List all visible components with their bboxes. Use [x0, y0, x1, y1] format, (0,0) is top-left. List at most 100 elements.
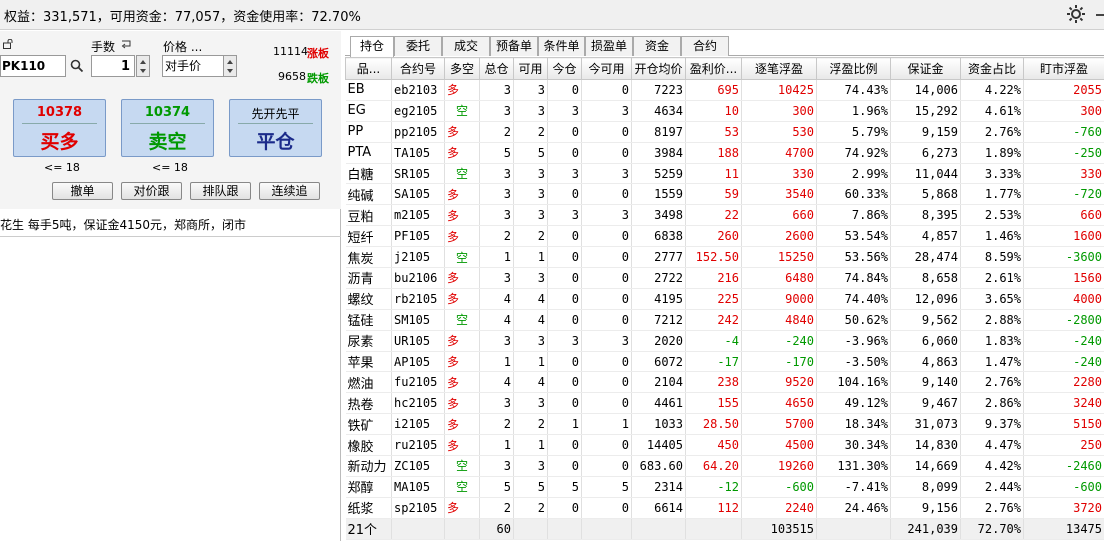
- cell-pl: 5700: [741, 413, 817, 436]
- cell-pl: 9000: [741, 288, 817, 310]
- cell-avail: 3: [513, 267, 548, 289]
- return-icon[interactable]: [121, 40, 133, 51]
- cell-name: 纸浆: [345, 497, 392, 519]
- sell-short-button[interactable]: 10374 卖空: [121, 99, 214, 157]
- tab-stop-profit[interactable]: 损盈单: [585, 36, 633, 56]
- cell-pl: 2240: [741, 497, 817, 519]
- cell-margin: 14,669: [890, 455, 961, 477]
- cell-mtm: -600: [1023, 476, 1104, 498]
- col-header[interactable]: 资金占比: [960, 57, 1024, 80]
- counter-price-follow-button[interactable]: 对价跟: [121, 182, 182, 200]
- cell-today: 0: [547, 455, 582, 477]
- table-row[interactable]: 纯碱 SA105 多 3 3 0 0 1559 59 3540 60.33% 5,868 1.77% -7…: [345, 183, 1104, 206]
- cell-margin: 4,857: [890, 225, 961, 248]
- table-row[interactable]: 豆粕 m2105 多 3 3 3 3 3498 22 660 7.86% 8,395 2.53% 660: [345, 204, 1104, 227]
- sell-price: 10374: [144, 105, 191, 120]
- col-header[interactable]: 浮盈比例: [816, 57, 891, 80]
- col-header[interactable]: 开仓均价: [631, 57, 686, 80]
- tab-orders[interactable]: 委托: [394, 36, 442, 56]
- cell-share: 4.42%: [960, 455, 1024, 477]
- buy-long-button[interactable]: 10378 买多: [13, 99, 106, 157]
- table-row[interactable]: 纸浆 sp2105 多 2 2 0 0 6614 112 2240 24.46% 9,156 2.76%…: [345, 497, 1104, 519]
- tab-conditional[interactable]: 条件单: [538, 36, 585, 56]
- cancel-order-button[interactable]: 撤单: [52, 182, 113, 200]
- cell-ratio: -3.50%: [816, 351, 891, 373]
- price-field[interactable]: 对手价: [162, 55, 224, 77]
- price-label[interactable]: 价格 ...: [163, 38, 202, 55]
- col-header[interactable]: 可用: [513, 57, 548, 80]
- cell-total: 2: [479, 121, 514, 143]
- cell-name: 新动力: [345, 455, 392, 477]
- sell-note: <= 18: [152, 161, 188, 174]
- col-header[interactable]: 逐笔浮盈: [741, 57, 817, 80]
- table-row[interactable]: 锰硅 SM105 空 4 4 0 0 7212 242 4840 50.62% 9,562 2.88% -…: [345, 309, 1104, 331]
- contract-code-input[interactable]: [0, 55, 66, 77]
- table-row[interactable]: 螺纹 rb2105 多 4 4 0 0 4195 225 9000 74.40% 12,096 3.65…: [345, 288, 1104, 310]
- col-header[interactable]: 今可用: [581, 57, 632, 80]
- continuous-chase-button[interactable]: 连续追: [259, 182, 320, 200]
- close-label: 平仓: [256, 131, 295, 153]
- col-header[interactable]: 今仓: [547, 57, 582, 80]
- cell-avail: 1: [513, 434, 548, 457]
- col-header[interactable]: 合约号: [391, 57, 445, 80]
- cell-pl-pts: -17: [685, 351, 742, 373]
- table-row[interactable]: EG eg2105 空 3 3 3 3 4634 10 300 1.96% 15,292 4.61% 30…: [345, 100, 1104, 122]
- col-header[interactable]: 总仓: [479, 57, 514, 80]
- table-row[interactable]: 沥青 bu2106 多 3 3 0 0 2722 216 6480 74.84% 8,658 2.61%…: [345, 267, 1104, 289]
- lock-icon[interactable]: [3, 39, 14, 49]
- queue-follow-button[interactable]: 排队跟: [190, 182, 251, 200]
- table-row[interactable]: 橡胶 ru2105 多 1 1 0 0 14405 450 4500 30.34% 14,830 4.4…: [345, 434, 1104, 457]
- cell-name: PTA: [345, 142, 392, 164]
- cell-total: 3: [479, 163, 514, 185]
- qty-input[interactable]: [91, 55, 135, 77]
- table-row[interactable]: 铁矿 i2105 多 2 2 1 1 1033 28.50 5700 18.34% 31,073 9.3…: [345, 413, 1104, 436]
- cell-margin: 12,096: [890, 288, 961, 310]
- table-row[interactable]: 白糖 SR105 空 3 3 3 3 5259 11 330 2.99% 11,044 3.33% 330: [345, 163, 1104, 185]
- table-row[interactable]: 尿素 UR105 多 3 3 3 3 2020 -4 -240 -3.96% 6,060 1.83% -2…: [345, 330, 1104, 352]
- positions-panel: 持仓 委托 成交 预备单 条件单 损盈单 资金 合约 品... 合约号 多空 总…: [345, 31, 1104, 541]
- col-header[interactable]: 盯市浮盈: [1023, 57, 1104, 80]
- minimize-icon[interactable]: [1096, 14, 1104, 16]
- cell-code: fu2105: [391, 371, 445, 394]
- cell-pl-pts: 53: [685, 121, 742, 143]
- tab-trades[interactable]: 成交: [442, 36, 490, 56]
- table-row[interactable]: 焦炭 j2105 空 1 1 0 0 2777 152.50 15250 53.56% 28,474 8…: [345, 246, 1104, 269]
- cell-dir: 多: [444, 497, 480, 519]
- cell-name: EB: [345, 79, 392, 101]
- table-row[interactable]: 热卷 hc2105 多 3 3 0 0 4461 155 4650 49.12% 9,467 2.86%…: [345, 392, 1104, 415]
- tab-prepared[interactable]: 预备单: [490, 36, 538, 56]
- price-stepper[interactable]: [223, 55, 237, 77]
- cell-total: 4: [479, 288, 514, 310]
- table-row[interactable]: 短纤 PF105 多 2 2 0 0 6838 260 2600 53.54% 4,857 1.46% 1…: [345, 225, 1104, 248]
- cell-avg: 6838: [631, 225, 686, 248]
- col-header[interactable]: 保证金: [890, 57, 961, 80]
- col-header[interactable]: 盈利价...: [685, 57, 742, 80]
- table-row[interactable]: PTA TA105 多 5 5 0 0 3984 188 4700 74.92% 6,273 1.89%…: [345, 142, 1104, 164]
- cell-code: sp2105: [391, 497, 445, 519]
- qty-stepper[interactable]: [136, 55, 150, 77]
- cell-total: 2: [479, 413, 514, 436]
- cell-dir: 多: [444, 225, 480, 248]
- tab-contracts[interactable]: 合约: [681, 36, 729, 56]
- tab-positions[interactable]: 持仓: [350, 36, 394, 57]
- table-row[interactable]: EB eb2103 多 3 3 0 0 7223 695 10425 74.43% 14,006 4.2…: [345, 79, 1104, 101]
- cell-avg: 7212: [631, 309, 686, 331]
- tab-funds[interactable]: 资金: [633, 36, 681, 56]
- cell-dir: 空: [444, 455, 480, 477]
- table-row[interactable]: 新动力 ZC105 空 3 3 0 0 683.60 64.20 19260 131.30% 14,6…: [345, 455, 1104, 477]
- cell-pl-pts: 64.20: [685, 455, 742, 477]
- table-row[interactable]: 燃油 fu2105 多 4 4 0 0 2104 238 9520 104.16% 9,140 2.76…: [345, 371, 1104, 394]
- col-header[interactable]: 多空: [444, 57, 480, 80]
- col-header[interactable]: 品...: [345, 57, 392, 80]
- cell-name: 苹果: [345, 351, 392, 373]
- cell-ratio: 74.84%: [816, 267, 891, 289]
- cell-margin: 9,156: [890, 497, 961, 519]
- cell-code: ru2105: [391, 434, 445, 457]
- cell-total: 3: [479, 267, 514, 289]
- table-row[interactable]: 郑醇 MA105 空 5 5 5 5 2314 -12 -600 -7.41% 8,099 2.44% -…: [345, 476, 1104, 498]
- gear-icon[interactable]: [1066, 4, 1086, 24]
- search-icon[interactable]: [70, 59, 84, 73]
- table-row[interactable]: PP pp2105 多 2 2 0 0 8197 53 530 5.79% 9,159 2.76% -76…: [345, 121, 1104, 143]
- table-row[interactable]: 苹果 AP105 多 1 1 0 0 6072 -17 -170 -3.50% 4,863 1.47% -…: [345, 351, 1104, 373]
- close-position-button[interactable]: 先开先平 平仓: [229, 99, 322, 157]
